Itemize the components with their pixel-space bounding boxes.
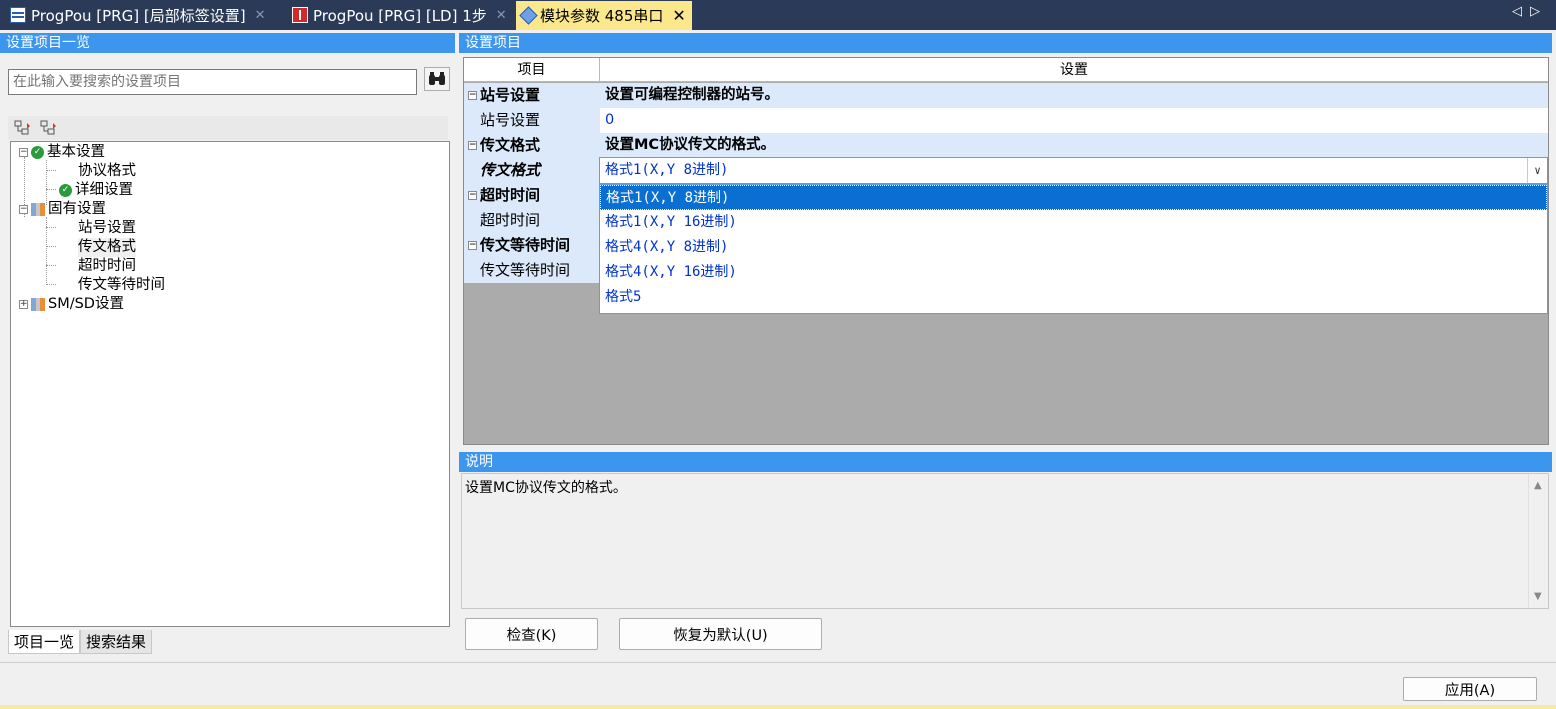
row-setting-text: 设置可编程控制器的站号。 (600, 83, 1548, 108)
module-block-icon (31, 203, 45, 216)
station-number-value[interactable]: 0 (600, 108, 1548, 133)
tree-item-detail-settings[interactable]: ✓ 详细设置 (59, 181, 133, 200)
description-scrollbar[interactable]: ▲ ▼ (1528, 474, 1548, 608)
row-setting-text: 设置MC协议传文的格式。 (600, 133, 1548, 158)
document-tab-strip: ProgPou [PRG] [局部标签设置] ✕ ProgPou [PRG] [… (0, 0, 1556, 30)
check-button[interactable]: 检查(K) (465, 618, 598, 650)
tree-item-timeout[interactable]: 超时时间 (78, 257, 136, 276)
tree-item-label: 超时时间 (78, 258, 136, 274)
row-item-label: 传文等待时间 (480, 236, 571, 254)
collapse-icon[interactable]: − (468, 191, 477, 200)
expand-all-icon[interactable] (14, 120, 32, 136)
right-panel-title: 设置项目 (459, 33, 1552, 53)
restore-default-button[interactable]: 恢复为默认(U) (619, 618, 822, 650)
tree-item-label: SM/SD设置 (48, 296, 124, 312)
row-item-label: 传文等待时间 (464, 258, 600, 283)
description-text: 设置MC协议传文的格式。 (465, 480, 627, 496)
divider (0, 662, 1556, 663)
tree-item-label: 传文格式 (78, 239, 136, 255)
tree-item-basic-settings[interactable]: − ✓ 基本设置 (19, 143, 105, 162)
row-item-label: 传文格式 (480, 136, 541, 154)
tab-label: 模块参数 485串口 (540, 7, 664, 25)
tree-item-label: 传文等待时间 (78, 277, 165, 293)
tab-search-results[interactable]: 搜索结果 (80, 630, 153, 654)
description-panel: 设置MC协议传文的格式。 ▲ ▼ (461, 473, 1549, 609)
column-header-item: 项目 (464, 58, 600, 82)
tree-item-protocol-format[interactable]: 协议格式 (78, 162, 136, 181)
tab-module-parameter[interactable]: 模块参数 485串口 ✕ (516, 1, 692, 30)
binoculars-icon (429, 72, 445, 85)
ladder-icon (292, 7, 308, 23)
tree-item-label: 固有设置 (48, 201, 106, 217)
row-item-label: 站号设置 (480, 86, 541, 104)
left-panel-bottom-tabs: 项目一览 搜索结果 (8, 630, 153, 654)
scroll-left-icon[interactable]: ◁ (1512, 4, 1530, 19)
scroll-down-icon[interactable]: ▼ (1534, 591, 1542, 602)
close-icon[interactable]: ✕ (255, 8, 266, 23)
check-ok-icon: ✓ (59, 184, 72, 197)
check-ok-icon: ✓ (31, 146, 44, 159)
column-header-setting: 设置 (1060, 62, 1088, 78)
dropdown-option[interactable]: 格式1(X,Y 8进制) (600, 185, 1547, 210)
collapse-all-icon[interactable] (40, 120, 58, 136)
combo-value: 格式1(X,Y 8进制) (605, 162, 729, 178)
grid-row-station-number[interactable]: 站号设置 0 (464, 108, 1548, 133)
chevron-down-icon[interactable]: ∨ (1527, 158, 1547, 183)
tree-item-message-format[interactable]: 传文格式 (78, 238, 136, 257)
apply-button[interactable]: 应用(A) (1403, 677, 1537, 701)
tab-label: ProgPou [PRG] [LD] 1步 (313, 6, 487, 25)
grid-row-group-station[interactable]: − 站号设置 设置可编程控制器的站号。 (464, 83, 1548, 108)
grid-row-group-message-format[interactable]: − 传文格式 设置MC协议传文的格式。 (464, 133, 1548, 158)
dropdown-option[interactable]: 格式4(X,Y 8进制) (600, 235, 1547, 260)
scroll-right-icon[interactable]: ▷ (1530, 4, 1548, 19)
close-icon[interactable]: ✕ (496, 8, 507, 23)
tree-item-label: 详细设置 (75, 182, 133, 198)
status-strip (0, 705, 1556, 709)
grid-header: 项目 设置 (464, 58, 1548, 82)
dropdown-option[interactable]: 格式5 (600, 285, 1547, 310)
tree-toolbar (8, 116, 448, 140)
collapse-icon[interactable]: − (468, 91, 477, 100)
tree-item-station-number[interactable]: 站号设置 (78, 219, 136, 238)
expand-icon[interactable]: + (19, 300, 28, 309)
left-panel-title: 设置项目一览 (0, 33, 455, 53)
message-format-combo[interactable]: 格式1(X,Y 8进制) ∨ (599, 157, 1548, 184)
message-format-dropdown-list: 格式1(X,Y 8进制) 格式1(X,Y 16进制) 格式4(X,Y 8进制) … (599, 184, 1548, 314)
search-button[interactable] (424, 67, 450, 91)
close-icon[interactable]: ✕ (672, 6, 685, 25)
tree-item-label: 站号设置 (78, 220, 136, 236)
row-item-label: 超时时间 (480, 186, 541, 204)
collapse-icon[interactable]: − (468, 241, 477, 250)
description-title: 说明 (459, 452, 1552, 472)
tab-label: ProgPou [PRG] [局部标签设置] (31, 6, 246, 25)
label-table-icon (10, 7, 26, 23)
tree-item-label: 协议格式 (78, 163, 136, 179)
module-block-icon (31, 298, 45, 311)
collapse-icon[interactable]: − (19, 148, 28, 157)
search-input[interactable] (8, 69, 417, 95)
module-parameter-icon (519, 6, 538, 25)
scroll-up-icon[interactable]: ▲ (1534, 480, 1542, 491)
tree-item-label: 基本设置 (47, 144, 105, 160)
tab-item-list[interactable]: 项目一览 (8, 630, 81, 654)
tab-scroll-arrows[interactable]: ◁▷ (1512, 4, 1548, 19)
tree-item-message-wait-time[interactable]: 传文等待时间 (78, 276, 165, 295)
tree-item-inherent-settings[interactable]: − 固有设置 (19, 200, 106, 219)
tab-ld-program[interactable]: ProgPou [PRG] [LD] 1步 ✕ (286, 0, 513, 30)
row-item-label: 传文格式 (464, 158, 600, 183)
row-item-label: 站号设置 (464, 108, 600, 133)
row-item-label: 超时时间 (464, 208, 600, 233)
dropdown-option[interactable]: 格式1(X,Y 16进制) (600, 210, 1547, 235)
settings-tree: − ✓ 基本设置 协议格式 ✓ 详细设置 − 固有设置 站号设置 传文格式 超时… (10, 141, 450, 627)
tree-item-sm-sd-settings[interactable]: + SM/SD设置 (19, 295, 124, 314)
collapse-icon[interactable]: − (468, 141, 477, 150)
tab-local-label-settings[interactable]: ProgPou [PRG] [局部标签设置] ✕ (4, 0, 271, 30)
collapse-icon[interactable]: − (19, 205, 28, 214)
dropdown-option[interactable]: 格式4(X,Y 16进制) (600, 260, 1547, 285)
